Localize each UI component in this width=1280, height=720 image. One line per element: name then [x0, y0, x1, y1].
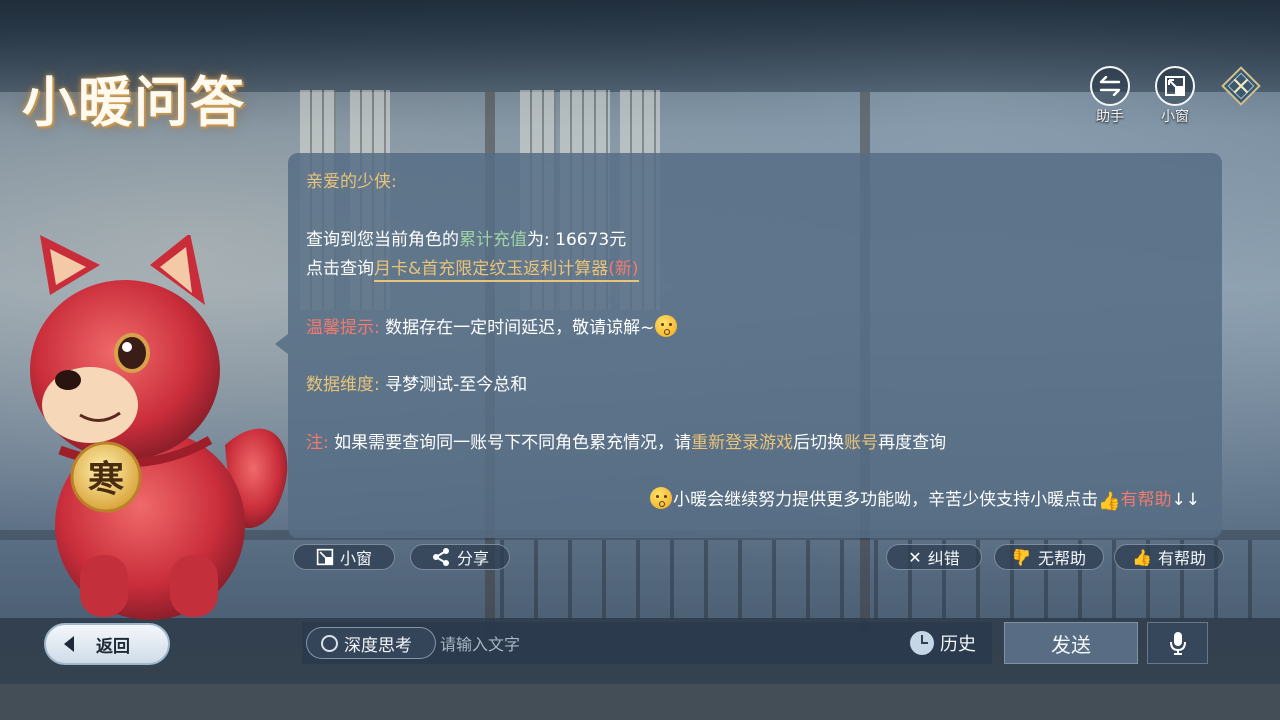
note-text-2: 后切换 — [793, 433, 845, 453]
close-icon — [1221, 66, 1261, 106]
footer-line: 小暖会继续努力提供更多功能呦，辛苦少侠支持小暖点击👍有帮助↓↓ — [649, 485, 1200, 512]
kiss-emoji-icon — [655, 315, 678, 337]
note-text-1: 如果需要查询同一账号下不同角色累充情况，请 — [334, 433, 692, 453]
recharge-total-line: 查询到您当前角色的累计充值为: 16673元 — [306, 225, 626, 250]
microphone-button[interactable] — [1147, 622, 1208, 664]
share-button[interactable]: 分享 — [410, 544, 510, 570]
tip-line: 温馨提示: 数据存在一定时间延迟，敬请谅解~ — [306, 313, 678, 338]
dimension-value: 寻梦测试-至今总和 — [385, 375, 528, 395]
page-title: 小暖问答 — [22, 70, 246, 134]
tip-text: 数据存在一定时间延迟，敬请谅解~ — [385, 318, 655, 338]
note-label: 注: — [306, 433, 329, 453]
small-window-button[interactable]: 小窗 — [1152, 66, 1198, 126]
small-window-icon — [316, 548, 334, 566]
radio-icon — [321, 634, 338, 652]
calculator-link[interactable]: 月卡&首充限定纹玉返利计算器(新) — [374, 259, 639, 282]
calculator-link-text: 月卡&首充限定纹玉返利计算器 — [374, 259, 609, 279]
dimension-label: 数据维度: — [306, 375, 380, 395]
back-arrow-icon — [64, 636, 74, 652]
back-label: 返回 — [96, 636, 130, 657]
panel-small-window-label: 小窗 — [339, 549, 372, 568]
calculator-new-badge: (新) — [608, 259, 639, 279]
recharge-value: 为: 16673元 — [527, 230, 627, 250]
send-label: 发送 — [1051, 632, 1091, 657]
panel-small-window-button[interactable]: 小窗 — [293, 544, 395, 570]
note-highlight-relogin: 重新登录游戏 — [691, 433, 794, 453]
message-input[interactable] — [438, 628, 902, 660]
history-label: 历史 — [940, 634, 976, 655]
back-button[interactable]: 返回 — [44, 623, 170, 665]
kiss-emoji-icon — [650, 487, 673, 509]
recharge-prefix: 查询到您当前角色的 — [306, 230, 459, 250]
not-helpful-label: 无帮助 — [1037, 549, 1086, 568]
close-button[interactable] — [1219, 64, 1263, 108]
microphone-icon — [1169, 632, 1186, 655]
deep-think-label: 深度思考 — [344, 635, 412, 656]
note-line: 注: 如果需要查询同一账号下不同角色累充情况，请重新登录游戏后切换账号再度查询 — [306, 428, 946, 453]
share-label: 分享 — [456, 549, 489, 568]
thumbs-up-emoji-icon: 👍 — [1098, 491, 1121, 512]
small-window-label: 小窗 — [1161, 109, 1189, 125]
bottom-edge — [0, 684, 1280, 720]
swap-icon — [1090, 66, 1130, 106]
mascot-tag: 寒 — [70, 441, 142, 513]
svg-text:寒: 寒 — [88, 458, 124, 500]
footer-arrows: ↓↓ — [1171, 490, 1201, 510]
panel-pointer — [275, 334, 288, 354]
correct-error-label: 纠错 — [927, 549, 960, 568]
small-window-icon — [1155, 66, 1195, 106]
assistant-label: 助手 — [1096, 109, 1124, 125]
dimension-line: 数据维度: 寻梦测试-至今总和 — [306, 370, 527, 395]
not-helpful-button[interactable]: 👍 无帮助 — [994, 544, 1104, 570]
correct-error-button[interactable]: ✕ 纠错 — [886, 544, 982, 570]
footer-helpful: 有帮助 — [1120, 490, 1172, 510]
helpful-button[interactable]: 👍 有帮助 — [1114, 544, 1224, 570]
recharge-highlight: 累计充值 — [459, 230, 527, 250]
assistant-button[interactable]: 助手 — [1087, 66, 1133, 126]
history-button[interactable]: 历史 — [910, 628, 976, 658]
answer-panel: 亲爱的少侠: 查询到您当前角色的累计充值为: 16673元 点击查询月卡&首充限… — [288, 153, 1222, 538]
tip-label: 温馨提示: — [306, 318, 380, 338]
thumbs-up-icon: 👍 — [1132, 547, 1152, 567]
x-icon: ✕ — [908, 547, 922, 567]
calculator-line: 点击查询月卡&首充限定纹玉返利计算器(新) — [306, 254, 639, 282]
calculator-prefix: 点击查询 — [306, 259, 374, 279]
note-text-3: 再度查询 — [878, 433, 947, 453]
greeting: 亲爱的少侠: — [306, 172, 397, 192]
helpful-label: 有帮助 — [1157, 549, 1206, 568]
clock-icon — [910, 631, 934, 655]
deep-think-toggle[interactable]: 深度思考 — [306, 627, 436, 659]
thumbs-down-icon: 👍 — [1012, 547, 1032, 567]
share-icon — [432, 548, 449, 566]
footer-text: 小暖会继续努力提供更多功能呦，辛苦少侠支持小暖点击 — [673, 490, 1099, 510]
send-button[interactable]: 发送 — [1004, 622, 1138, 664]
mascot-red-dog: 寒 — [30, 235, 288, 620]
note-highlight-account: 账号 — [844, 433, 879, 453]
